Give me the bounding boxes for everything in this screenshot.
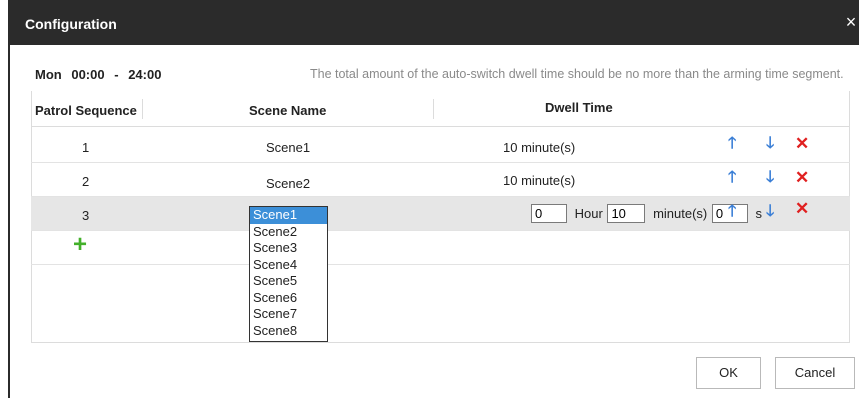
arrow-up-icon[interactable]: 🡑 <box>728 136 736 152</box>
patrol-sequence-cell: 3 <box>82 208 90 223</box>
minute-input[interactable] <box>607 204 646 223</box>
close-icon[interactable]: × <box>843 12 859 33</box>
schedule-end: 24:00 <box>128 67 162 82</box>
header-scene-name: Scene Name <box>249 103 327 118</box>
background-strip <box>0 0 8 398</box>
close-icon[interactable]: ✕ <box>795 169 809 186</box>
patrol-sequence-cell: 2 <box>82 174 90 189</box>
hour-label: Hour <box>574 206 603 221</box>
hour-input[interactable] <box>531 204 567 223</box>
schedule-day: Mon <box>35 67 62 82</box>
arrow-down-icon[interactable]: 🡓 <box>766 170 774 186</box>
table-row[interactable]: 2 Scene2 10 minute(s) 🡑 🡓 ✕ <box>31 163 850 197</box>
table-header: Patrol Sequence Scene Name Dwell Time <box>31 91 850 127</box>
second-label: s <box>755 206 763 221</box>
close-icon[interactable]: ✕ <box>795 135 809 152</box>
dialog-titlebar: Configuration × <box>10 0 859 45</box>
add-row <box>31 231 850 265</box>
patrol-sequence-cell: 1 <box>82 140 90 155</box>
schedule-separator: - <box>114 67 119 82</box>
table-row[interactable]: 1 Scene1 10 minute(s) 🡑 🡓 ✕ <box>31 129 850 163</box>
dropdown-option[interactable]: Scene2 <box>250 224 327 241</box>
schedule-range: Mon 00:00 - 24:00 <box>35 67 167 82</box>
dwell-time-cell[interactable]: 10 minute(s) <box>503 140 575 155</box>
header-patrol-sequence: Patrol Sequence <box>35 103 137 118</box>
table-row-selected[interactable]: 3 Hour minute(s) s 🡑 🡓 ✕ <box>31 197 850 231</box>
scene-name-cell[interactable]: Scene2 <box>266 176 310 191</box>
ok-button[interactable]: OK <box>696 357 761 389</box>
dropdown-option[interactable]: Scene5 <box>250 273 327 290</box>
arrow-up-icon[interactable]: 🡑 <box>728 204 736 220</box>
dialog-title: Configuration <box>25 16 117 32</box>
dropdown-option[interactable]: Scene6 <box>250 290 327 307</box>
scene-name-cell[interactable]: Scene1 <box>266 140 310 155</box>
scene-dropdown[interactable]: Scene1 Scene2 Scene3 Scene4 Scene5 Scene… <box>249 206 328 342</box>
header-divider <box>142 99 143 119</box>
header-divider <box>433 99 434 119</box>
window-border <box>8 0 10 398</box>
dropdown-option[interactable]: Scene8 <box>250 323 327 340</box>
header-dwell-time: Dwell Time <box>545 100 613 115</box>
schedule-start: 00:00 <box>71 67 105 82</box>
dwell-hint: The total amount of the auto-switch dwel… <box>310 67 844 81</box>
dropdown-option[interactable]: Scene1 <box>250 207 327 224</box>
dwell-time-cell[interactable]: 10 minute(s) <box>503 173 575 188</box>
dropdown-option[interactable]: Scene4 <box>250 257 327 274</box>
dropdown-option[interactable]: Scene7 <box>250 306 327 323</box>
arrow-up-icon[interactable]: 🡑 <box>728 170 736 186</box>
add-icon[interactable]: + <box>73 233 87 257</box>
arrow-down-icon[interactable]: 🡓 <box>766 136 774 152</box>
minute-label: minute(s) <box>653 206 708 221</box>
cancel-button[interactable]: Cancel <box>775 357 855 389</box>
arrow-down-icon[interactable]: 🡓 <box>766 204 774 220</box>
close-icon[interactable]: ✕ <box>795 200 809 217</box>
dropdown-option[interactable]: Scene3 <box>250 240 327 257</box>
